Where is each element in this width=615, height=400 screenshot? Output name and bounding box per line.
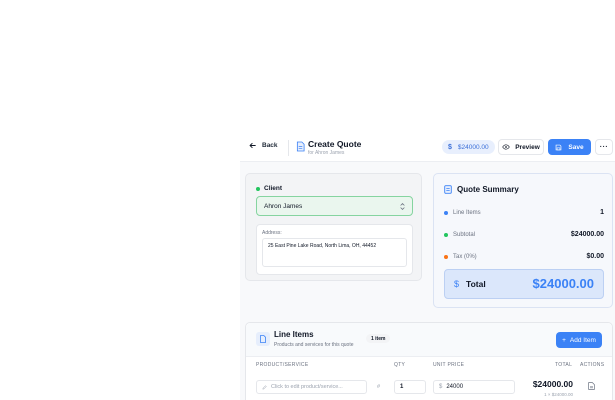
clipboard-icon <box>444 185 452 194</box>
total-label: Total <box>466 279 486 289</box>
divider <box>288 140 289 156</box>
dollar-icon: $ <box>448 143 452 151</box>
preview-button[interactable]: Preview <box>498 139 544 155</box>
summary-row-value: $0.00 <box>586 253 604 260</box>
orange-dot-icon <box>444 254 448 259</box>
client-select[interactable]: Ahron James <box>256 196 413 216</box>
line-items-title: Line Items <box>274 330 314 339</box>
client-selected-value: Ahron James <box>264 202 303 210</box>
address-section: Address: 25 East Pine Lake Road, North L… <box>256 224 413 275</box>
save-label: Save <box>568 143 584 151</box>
row-total-breakdown: 1 × $24000.00 <box>544 392 573 397</box>
hash-icon: # <box>377 384 381 390</box>
save-icon <box>556 144 562 150</box>
page-subtitle: for Ahron James <box>308 150 345 156</box>
column-header-qty: QTY <box>394 362 406 368</box>
summary-row-tax: Tax (0%) $0.00 <box>444 253 604 260</box>
chevron-updown-icon <box>400 203 405 210</box>
address-label: Address: <box>262 230 282 236</box>
blue-dot-icon <box>444 210 448 215</box>
client-heading: Client <box>256 185 282 192</box>
ellipsis-icon: ··· <box>599 143 609 151</box>
summary-row-label: Tax (0%) <box>453 253 477 260</box>
green-dot-icon <box>444 232 448 237</box>
arrow-left-icon <box>249 142 256 149</box>
document-icon <box>296 141 305 152</box>
plus-icon: + <box>562 336 566 344</box>
column-header-actions: ACTIONS <box>580 362 605 368</box>
eye-icon <box>502 144 510 150</box>
summary-row-label: Subtotal <box>453 231 476 238</box>
total-heading: $ Total <box>454 279 486 289</box>
quantity-field[interactable]: 1 <box>394 380 426 394</box>
summary-heading: Quote Summary <box>444 185 519 194</box>
product-placeholder: Click to edit product/service... <box>271 384 343 390</box>
product-field[interactable]: Click to edit product/service... <box>256 380 367 394</box>
column-header-total: TOTAL <box>555 362 573 368</box>
quote-summary-card: Quote Summary Line Items 1 Subtotal $240… <box>433 173 613 308</box>
add-item-button[interactable]: + Add Item <box>556 332 602 348</box>
summary-row-subtotal: Subtotal $24000.00 <box>444 231 604 238</box>
total-box: $ Total $24000.00 <box>444 269 604 299</box>
summary-row-line-items: Line Items 1 <box>444 209 604 216</box>
add-item-label: Add Item <box>569 336 596 344</box>
quote-total-value: $24000.00 <box>457 143 489 151</box>
quote-total-badge: $ $24000.00 <box>442 140 495 154</box>
total-value: $24000.00 <box>532 276 594 291</box>
back-button[interactable]: Back <box>249 142 278 149</box>
item-count-badge: 1 item <box>366 334 391 343</box>
save-button[interactable]: Save <box>548 139 591 155</box>
quote-editor: Back Create Quote for Ahron James $ $240… <box>240 133 615 400</box>
line-items-subtitle: Products and services for this quote <box>274 342 354 348</box>
address-field[interactable]: 25 East Pine Lake Road, North Lima, OH, … <box>262 238 407 267</box>
line-items-card: Line Items Products and services for thi… <box>245 322 613 400</box>
client-label: Client <box>264 185 283 192</box>
dollar-icon: $ <box>454 279 460 289</box>
document-action-icon[interactable] <box>588 382 595 390</box>
top-bar: Back Create Quote for Ahron James $ $240… <box>240 133 615 162</box>
column-header-product: PRODUCT/SERVICE <box>256 362 309 368</box>
unit-price-value: 24000 <box>446 384 464 390</box>
summary-title: Quote Summary <box>457 185 519 194</box>
back-label: Back <box>262 142 278 149</box>
page-title: Create Quote <box>308 139 362 149</box>
summary-row-value: 1 <box>600 209 604 216</box>
line-items-header: Line Items Products and services for thi… <box>246 323 612 357</box>
summary-row-value: $24000.00 <box>570 231 604 238</box>
more-options-button[interactable]: ··· <box>595 139 613 155</box>
status-dot-icon <box>256 186 260 191</box>
pencil-icon <box>262 384 267 390</box>
unit-price-field[interactable]: $ 24000 <box>433 380 515 394</box>
preview-label: Preview <box>515 143 540 151</box>
document-icon <box>256 332 270 346</box>
summary-row-label: Line Items <box>453 209 481 216</box>
client-card: Client Ahron James Address: 25 East Pine… <box>245 173 422 281</box>
column-header-unit-price: UNIT PRICE <box>433 362 465 368</box>
row-total: $24000.00 <box>532 379 573 389</box>
currency-symbol: $ <box>439 384 443 390</box>
